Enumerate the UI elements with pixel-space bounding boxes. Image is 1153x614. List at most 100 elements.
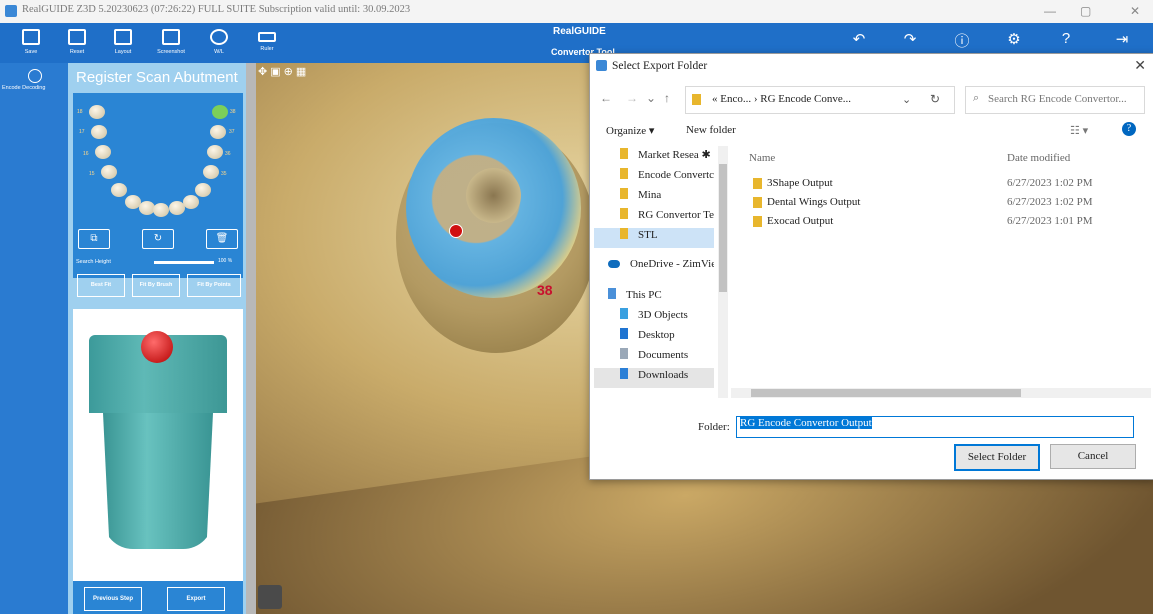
tooth[interactable]: [183, 195, 199, 209]
nav-item[interactable]: Encode Convertc: [594, 168, 714, 188]
forward-arrow-icon[interactable]: →: [626, 91, 638, 105]
cancel-button[interactable]: Cancel: [1050, 444, 1136, 469]
file-row[interactable]: 3Shape Output 6/27/2023 1:02 PM: [731, 174, 1151, 192]
select-folder-button[interactable]: Select Folder: [954, 444, 1040, 471]
tooth-number: 17: [79, 129, 85, 135]
tooth[interactable]: [91, 125, 107, 139]
wl-button[interactable]: W/L: [196, 23, 242, 63]
nav-item[interactable]: 3D Objects: [594, 308, 714, 328]
dialog-nav-row: ← → ⌄ ↑ « Enco... › RG Encode Conve... ⌄…: [590, 82, 1153, 116]
help-icon[interactable]: ?: [1054, 30, 1078, 47]
tooth[interactable]: [203, 165, 219, 179]
tooth-selected[interactable]: [212, 105, 228, 119]
previous-step-button[interactable]: Previous Step: [84, 587, 142, 611]
encode-decoding-tab[interactable]: Encode Decoding: [0, 63, 68, 614]
panel-title: Register Scan Abutment: [76, 69, 238, 86]
nav-item[interactable]: RG Convertor Te: [594, 208, 714, 228]
logout-icon[interactable]: ⇥: [1110, 30, 1134, 48]
abutment-preview[interactable]: [73, 309, 243, 599]
info-icon[interactable]: ⓘ: [950, 30, 974, 51]
folder-icon: [753, 197, 762, 208]
select-export-folder-dialog: Select Export Folder ✕ ← → ⌄ ↑ « Enco...…: [589, 53, 1153, 480]
nav-scroll-thumb[interactable]: [719, 164, 727, 292]
navigation-pane: Market Resea ✱ Encode Convertc Mina RG C…: [594, 146, 731, 398]
fit-by-brush-button[interactable]: Fit By Brush: [132, 274, 180, 297]
dialog-close-icon[interactable]: ✕: [1134, 57, 1146, 74]
nav-item[interactable]: Documents: [594, 348, 714, 368]
file-row[interactable]: Dental Wings Output 6/27/2023 1:02 PM: [731, 193, 1151, 211]
tooth[interactable]: [101, 165, 117, 179]
file-list-hscrollbar[interactable]: [731, 388, 1151, 398]
nav-item[interactable]: This PC: [594, 288, 714, 308]
address-bar[interactable]: « Enco... › RG Encode Conve... ⌄ ↻: [685, 86, 955, 114]
export-button[interactable]: Export: [167, 587, 225, 611]
desktop-icon: [620, 328, 628, 339]
registration-point[interactable]: [449, 224, 463, 238]
new-folder-button[interactable]: New folder: [686, 124, 736, 136]
up-arrow-icon[interactable]: ↑: [664, 91, 670, 105]
nav-item-label: Documents: [638, 349, 689, 361]
tooth[interactable]: [210, 125, 226, 139]
encode-icon: [28, 69, 42, 83]
date-column-header[interactable]: Date modified: [1007, 152, 1070, 164]
search-box[interactable]: ⌕ Search RG Encode Convertor...: [965, 86, 1145, 114]
rotate-icon[interactable]: ↻: [142, 229, 174, 249]
file-row[interactable]: Exocad Output 6/27/2023 1:01 PM: [731, 212, 1151, 230]
view-cube-icon[interactable]: [258, 585, 282, 609]
save-button[interactable]: Save: [8, 23, 54, 63]
redo-icon[interactable]: ↷: [898, 30, 922, 48]
reset-button[interactable]: Reset: [54, 23, 100, 63]
nav-item-label: STL: [638, 229, 658, 241]
viewport-tools-icon[interactable]: ✥▣⊕▦: [258, 65, 309, 78]
tooth[interactable]: [195, 183, 211, 197]
panel-bottom-bar: Previous Step Export: [73, 581, 243, 614]
maximize-icon[interactable]: ▢: [1080, 4, 1091, 18]
hscroll-thumb[interactable]: [751, 389, 1021, 397]
undo-icon[interactable]: ↶: [847, 30, 871, 48]
best-fit-button[interactable]: Best Fit: [77, 274, 125, 297]
folder-icon: [620, 228, 628, 239]
tooth[interactable]: [89, 105, 105, 119]
file-name: Dental Wings Output: [767, 196, 861, 208]
back-arrow-icon[interactable]: ←: [600, 91, 612, 105]
nav-item-label: Desktop: [638, 329, 675, 341]
folder-icon: [753, 216, 762, 227]
tooth-number: 35: [221, 171, 227, 177]
tooth[interactable]: [95, 145, 111, 159]
refresh-icon[interactable]: ↻: [930, 92, 940, 106]
nav-scrollbar[interactable]: [718, 146, 728, 398]
nav-item-label: 3D Objects: [638, 309, 688, 321]
address-dropdown-icon[interactable]: ⌄: [902, 93, 911, 106]
nav-item[interactable]: Downloads: [594, 368, 714, 388]
panel-splitter[interactable]: [246, 63, 256, 614]
settings-icon[interactable]: ⚙: [1002, 30, 1026, 48]
onedrive-icon: [608, 260, 620, 268]
documents-icon: [620, 348, 628, 359]
recent-dropdown-icon[interactable]: ⌄: [646, 91, 656, 105]
tooth[interactable]: [153, 203, 169, 217]
help-circle-icon[interactable]: ?: [1122, 122, 1136, 136]
tooth[interactable]: [207, 145, 223, 159]
nav-item[interactable]: Market Resea ✱: [594, 148, 714, 168]
nav-item[interactable]: OneDrive - ZimVie: [594, 258, 714, 278]
nav-item[interactable]: Mina: [594, 188, 714, 208]
folder-icon: [620, 148, 628, 159]
nav-item[interactable]: Desktop: [594, 328, 714, 348]
layout-button[interactable]: Layout: [100, 23, 146, 63]
organize-menu[interactable]: Organize ▾: [606, 124, 654, 137]
screenshot-button[interactable]: Screenshot: [148, 23, 194, 63]
trash-icon[interactable]: 🗑: [206, 229, 238, 249]
search-height-slider[interactable]: [154, 261, 214, 264]
fit-by-points-button[interactable]: Fit By Points: [187, 274, 241, 297]
view-options-icon[interactable]: ☷ ▾: [1070, 124, 1088, 137]
folder-name-input[interactable]: RG Encode Convertor Output: [736, 416, 1134, 438]
nav-item-selected[interactable]: STL: [594, 228, 714, 248]
name-column-header[interactable]: Name: [749, 152, 775, 164]
nav-item-label: Encode Convertc: [638, 169, 714, 181]
minimize-icon[interactable]: —: [1044, 4, 1056, 18]
tooth[interactable]: [111, 183, 127, 197]
ruler-button[interactable]: Ruler: [244, 23, 290, 63]
copy-icon[interactable]: ⧉: [78, 229, 110, 249]
dialog-app-icon: [596, 60, 607, 71]
close-icon[interactable]: ✕: [1130, 4, 1140, 18]
